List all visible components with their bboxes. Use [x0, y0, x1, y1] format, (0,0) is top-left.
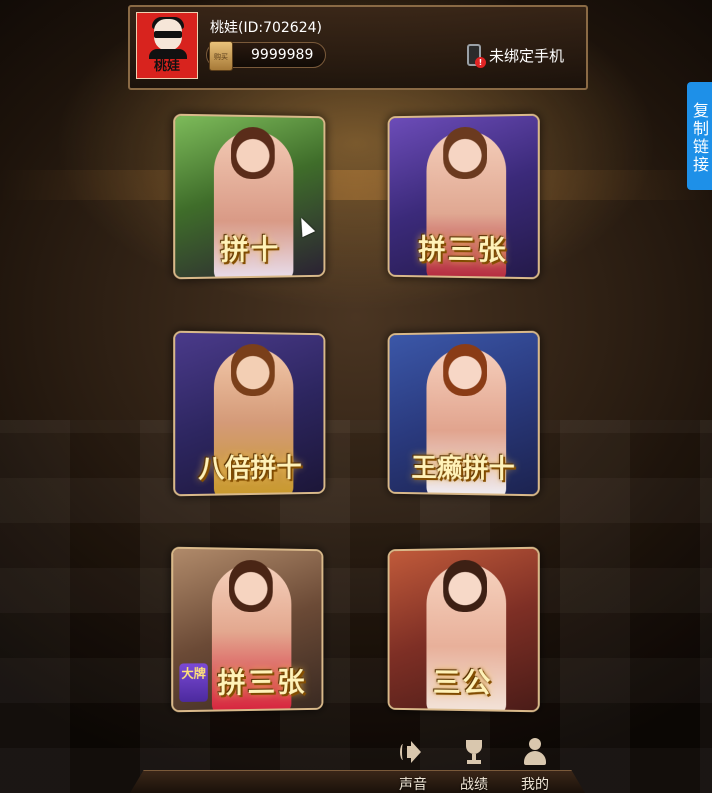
trophy-base: [467, 760, 481, 764]
user-info-panel: 桃娃 桃娃(ID:702624) 购买 9999989 ! 未绑定手机: [128, 5, 588, 90]
avatar-sunglasses: [154, 31, 182, 38]
coin-value: 9999989: [251, 47, 314, 63]
trophy-icon: [459, 738, 489, 766]
avatar-text: 桃娃: [153, 59, 180, 74]
game-card-pinshi[interactable]: 拼十: [173, 113, 326, 280]
speaker-cone: [411, 741, 421, 763]
mine-button[interactable]: 我的: [510, 738, 560, 793]
person-head: [529, 738, 541, 750]
game-title: 八倍拼十: [198, 453, 302, 485]
game-title: 三公: [432, 665, 493, 700]
character-head: [229, 559, 273, 613]
character-head: [443, 126, 487, 180]
game-card-wanglai-pinshi[interactable]: 王癞拼十: [387, 330, 540, 497]
copy-link-button[interactable]: 复制链接: [687, 82, 712, 190]
avatar[interactable]: 桃娃: [136, 12, 198, 79]
game-card-pinsanzhang[interactable]: 拼三张: [387, 113, 540, 280]
coin-icon[interactable]: 购买: [209, 41, 233, 71]
game-title: 王癞拼十: [411, 453, 515, 485]
record-label: 战绩: [460, 777, 488, 793]
character-head: [443, 559, 487, 613]
sound-label: 声音: [399, 777, 427, 793]
phone-icon: !: [466, 44, 486, 68]
game-title: 拼三张: [418, 232, 508, 267]
game-card-babei-pinshi[interactable]: 八倍拼十: [173, 330, 326, 497]
speaker-icon: [398, 738, 428, 766]
game-card-sangong[interactable]: 三公: [387, 546, 540, 713]
dapai-badge: 大牌: [179, 663, 208, 703]
person-body: [524, 751, 546, 765]
bind-phone-button[interactable]: ! 未绑定手机: [466, 43, 564, 68]
character-head: [231, 343, 275, 397]
light-band: [0, 170, 712, 200]
floor-background: [0, 420, 712, 793]
speaker-wave: [400, 744, 406, 760]
trophy-cup: [466, 740, 482, 754]
phone-status-label: 未绑定手机: [488, 46, 564, 65]
coin-balance[interactable]: 购买 9999989: [206, 41, 326, 71]
record-button[interactable]: 战绩: [449, 738, 499, 793]
sound-button[interactable]: 声音: [388, 738, 438, 793]
person-icon: [520, 738, 550, 766]
game-card-dapai-pinsanzhang[interactable]: 拼三张 大牌: [171, 546, 324, 713]
character-head: [231, 126, 275, 180]
username: 桃娃(ID:702624): [210, 20, 322, 36]
mine-label: 我的: [521, 777, 549, 793]
character-head: [443, 343, 487, 397]
alert-badge: !: [474, 57, 486, 68]
